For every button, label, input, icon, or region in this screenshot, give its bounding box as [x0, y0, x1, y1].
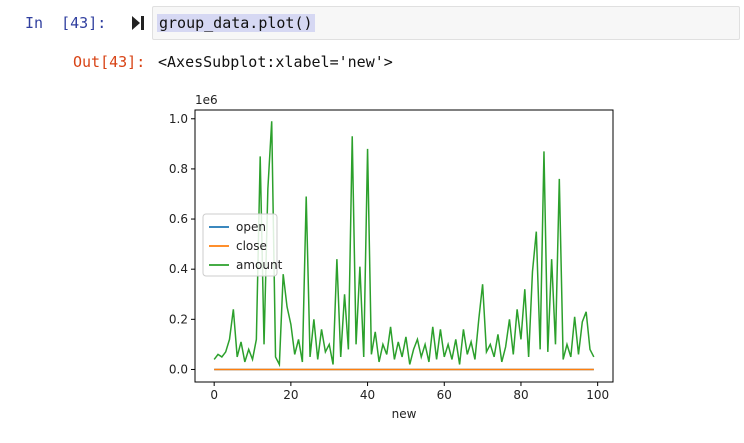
x-tick-label: 100	[586, 388, 609, 402]
x-tick-label: 0	[210, 388, 218, 402]
y-tick-label: 0.8	[169, 162, 188, 176]
y-tick-label: 0.0	[169, 362, 188, 376]
x-tick-label: 80	[513, 388, 528, 402]
legend: open close amount	[202, 213, 283, 277]
legend-label-close: close	[236, 239, 267, 253]
code-cell-input[interactable]: group_data.plot()	[152, 6, 740, 40]
x-tick-label: 60	[437, 388, 452, 402]
y-tick-label: 0.6	[169, 212, 188, 226]
input-prompt: In [43]:	[25, 14, 107, 32]
y-tick-label: 0.4	[169, 262, 188, 276]
y-offset-label: 1e6	[195, 93, 218, 107]
code-text[interactable]: group_data.plot()	[157, 14, 315, 32]
legend-label-amount: amount	[236, 258, 283, 272]
y-tick-label: 0.2	[169, 312, 188, 326]
legend-label-open: open	[236, 220, 266, 234]
output-text: <AxesSubplot:xlabel='new'>	[158, 53, 393, 71]
x-axis-label: new	[392, 407, 417, 421]
x-tick-label: 20	[283, 388, 298, 402]
line-chart: 0 20 40 60 80 100 0.0 0.2 0.4 0.6 0.8 1.0 1e6 new o…	[169, 93, 614, 421]
x-tick-label: 40	[360, 388, 375, 402]
run-cell-icon[interactable]	[131, 14, 145, 32]
output-prompt: Out[43]:	[73, 53, 146, 71]
y-tick-label: 1.0	[169, 112, 188, 126]
